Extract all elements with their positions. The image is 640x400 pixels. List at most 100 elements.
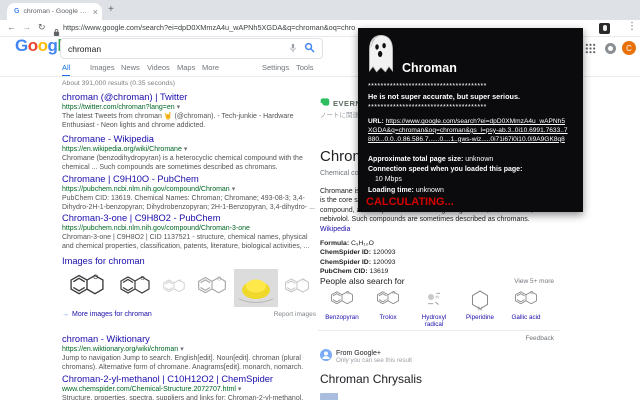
compound-thumbnail: N xyxy=(458,288,502,313)
result-snippet: Chromane (benzodihydropyran) is a hetero… xyxy=(62,155,303,172)
feedback-link[interactable]: Feedback xyxy=(525,335,554,342)
popup-loading-label: Loading time: xyxy=(368,187,414,194)
image-thumbnail[interactable]: O xyxy=(279,269,315,307)
address-bar[interactable]: https://www.google.com/search?ei=dpD0XMm… xyxy=(63,23,355,32)
svg-text:O: O xyxy=(346,290,349,295)
image-thumbnail[interactable]: O xyxy=(113,269,157,307)
compound-thumbnail: O xyxy=(320,288,364,312)
tab-close-icon[interactable]: × xyxy=(93,7,98,17)
tab-more[interactable]: More xyxy=(202,63,219,72)
pasf-item[interactable]: O Trolox xyxy=(366,288,410,328)
result-title[interactable]: chroman - Wiktionary xyxy=(62,334,316,345)
extension-circle-icon[interactable] xyxy=(605,43,616,54)
result-title[interactable]: Chroman-3-one | C9H8O2 - PubChem xyxy=(62,213,316,224)
result-dropdown-icon[interactable]: ▾ xyxy=(232,186,236,193)
chroman-extension-popup: Chroman ********************************… xyxy=(358,28,583,212)
svg-text:O: O xyxy=(93,274,98,281)
tab-maps[interactable]: Maps xyxy=(177,63,195,72)
tab-images[interactable]: Images xyxy=(90,63,115,72)
images-section-title[interactable]: Images for chroman xyxy=(62,256,316,266)
result-dropdown-icon[interactable]: ▾ xyxy=(184,146,188,153)
svg-text:O: O xyxy=(217,276,221,282)
svg-text:O: O xyxy=(392,290,395,295)
image-thumbnail[interactable]: O xyxy=(62,269,112,307)
chroman-extension-icon[interactable] xyxy=(599,23,610,34)
ghost-icon xyxy=(366,33,396,77)
search-nav-tabs: All Images News Videos Maps More Setting… xyxy=(62,63,402,77)
pasf-item[interactable]: N Piperidine xyxy=(458,288,502,328)
pasf-item[interactable]: H Hydroxyl radical xyxy=(412,288,456,328)
result-title[interactable]: chroman (@chroman) | Twitter xyxy=(62,92,316,103)
svg-text:O: O xyxy=(141,276,146,282)
reload-icon[interactable]: ↻ xyxy=(38,22,46,33)
result-title[interactable]: Chroman-2-yl-methanol | C10H12O2 | ChemS… xyxy=(62,374,316,385)
browser-menu-icon[interactable]: ⋮ xyxy=(627,21,637,32)
tab-strip: G chroman - Google Search × + xyxy=(0,0,640,20)
popup-separator: ************************************** xyxy=(368,83,487,90)
result-url[interactable]: www.chemspider.com/Chemical-Structure.20… xyxy=(62,386,236,393)
popup-title: Chroman xyxy=(402,61,457,75)
more-images-link[interactable]: → More images for chroman xyxy=(62,311,152,318)
result-dropdown-icon[interactable]: ▾ xyxy=(238,386,242,393)
apps-grid-icon[interactable] xyxy=(585,43,596,54)
result-url[interactable]: https://en.wikipedia.org/wiki/Chromane xyxy=(62,146,182,153)
tab-title: chroman - Google Search xyxy=(23,8,91,15)
gplus-avatar-icon xyxy=(320,348,332,366)
search-box[interactable] xyxy=(60,38,323,59)
fact-row: Formula: C₉H₁₀O xyxy=(320,240,374,247)
search-input[interactable] xyxy=(68,43,289,54)
microphone-icon[interactable] xyxy=(289,43,297,54)
popup-tagline: He is not super accurate, but super seri… xyxy=(368,92,521,101)
tab-favicon: G xyxy=(14,8,20,15)
popup-status: CALCULATING... xyxy=(366,196,454,208)
svg-text:H: H xyxy=(436,295,439,300)
tab-news[interactable]: News xyxy=(121,63,140,72)
image-thumbnail[interactable] xyxy=(234,269,278,307)
pasf-item[interactable]: O Benzopyran xyxy=(320,288,364,328)
result-url[interactable]: https://pubchem.ncbi.nlm.nih.gov/compoun… xyxy=(62,186,230,193)
search-result: chroman (@chroman) | Twitter https://twi… xyxy=(62,92,316,131)
result-dropdown-icon[interactable]: ▾ xyxy=(177,104,181,111)
browser-tab[interactable]: G chroman - Google Search × xyxy=(7,3,102,20)
tab-tools[interactable]: Tools xyxy=(296,63,314,72)
search-icon[interactable] xyxy=(304,40,315,58)
forward-icon[interactable]: → xyxy=(22,22,31,32)
popup-speed-value: 10 Mbps xyxy=(375,176,402,183)
result-title[interactable]: Chromane | C9H10O - PubChem xyxy=(62,174,316,185)
result-url[interactable]: https://en.wiktionary.org/wiki/chroman xyxy=(62,346,178,353)
fact-row: ChemSpider ID: 120093 xyxy=(320,258,396,266)
popup-url-link[interactable]: https://www.google.com/search?ei=dpD0XMm… xyxy=(368,118,568,143)
new-tab-button[interactable]: + xyxy=(108,4,114,15)
pasf-item[interactable]: O Gallic acid xyxy=(504,288,548,328)
gplus-thumbnail xyxy=(320,393,338,400)
search-result: chroman - Wiktionary https://en.wiktiona… xyxy=(62,334,316,373)
people-also-search-title: People also search for xyxy=(320,276,405,286)
wikipedia-link[interactable]: Wikipedia xyxy=(320,226,350,233)
gplus-result-title[interactable]: Chroman Chrysalis xyxy=(320,372,422,386)
avatar[interactable]: C xyxy=(622,41,636,55)
tab-all[interactable]: All xyxy=(62,63,71,77)
image-thumbnails: O O O O O xyxy=(62,269,316,307)
result-title[interactable]: Chromane - Wikipedia xyxy=(62,134,316,145)
result-dropdown-icon[interactable]: ▾ xyxy=(180,346,184,353)
result-url[interactable]: https://twitter.com/chroman?lang=en xyxy=(62,104,175,111)
svg-text:O: O xyxy=(302,277,306,282)
search-result: Chromane | C9H10O - PubChem https://pubc… xyxy=(62,174,316,213)
tab-settings[interactable]: Settings xyxy=(262,63,289,72)
image-thumbnail[interactable]: O xyxy=(191,269,233,307)
image-thumbnail[interactable]: O xyxy=(158,269,190,307)
search-result: Chroman-3-one | C9H8O2 - PubChem https:/… xyxy=(62,213,316,252)
report-images-link[interactable]: Report images xyxy=(274,311,316,318)
people-also-search-row: O Benzopyran O Trolox H Hydroxyl radical NP… xyxy=(320,288,548,328)
tab-videos[interactable]: Videos xyxy=(147,63,170,72)
gplus-visibility: Only you can see this result xyxy=(336,357,413,364)
arrow-right-icon: → xyxy=(62,311,69,318)
result-stats: About 391,000 results (0.35 seconds) xyxy=(62,80,175,87)
compound-thumbnail: O xyxy=(366,288,410,312)
images-section: Images for chroman O O O O O → More image… xyxy=(62,256,316,318)
back-icon[interactable]: ← xyxy=(7,22,16,32)
svg-text:O: O xyxy=(178,278,181,283)
kp-facts: Formula: C₉H₁₀O ChemSpider ID: 120093 Ch… xyxy=(320,240,396,278)
result-url[interactable]: https://pubchem.ncbi.nlm.nih.gov/compoun… xyxy=(62,225,250,232)
view-more-link[interactable]: View 5+ more xyxy=(514,278,554,285)
